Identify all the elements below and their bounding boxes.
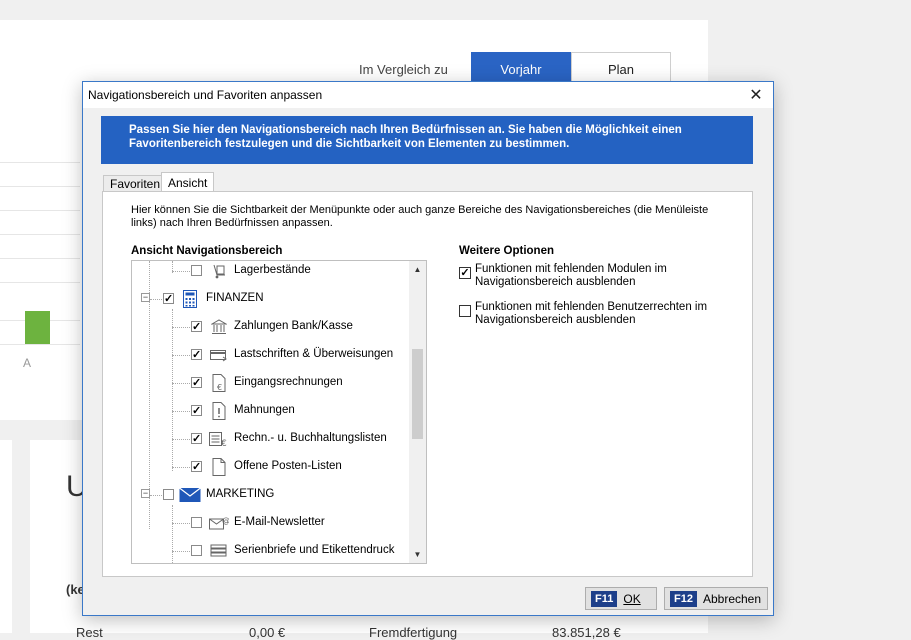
tree-item-checkbox[interactable]: ✓ [191, 377, 202, 389]
stack-icon [209, 541, 229, 561]
ledger-icon: € [209, 429, 229, 449]
tree-item-newsletter[interactable]: @ E-Mail-Newsletter [132, 513, 408, 533]
collapse-toggle-icon[interactable]: − [141, 293, 150, 302]
info-banner: Passen Sie hier den Navigationsbereich n… [101, 116, 753, 164]
chart-bar [25, 311, 50, 344]
option-hide-missing-modules[interactable]: ✓ Funktionen mit fehlenden Modulen im Na… [459, 263, 739, 291]
svg-text:€: € [217, 383, 222, 392]
chart-gridline [0, 162, 80, 163]
email-icon: @ [209, 513, 229, 533]
tree-item-label: Lastschriften & Überweisungen [234, 348, 394, 360]
customize-navigation-dialog: Navigationsbereich und Favoriten anpasse… [82, 81, 774, 616]
option-hide-missing-rights[interactable]: Funktionen mit fehlenden Benutzerrechten… [459, 301, 739, 329]
hand-truck-icon [209, 261, 229, 281]
calculator-icon [180, 289, 200, 309]
tab-favoriten[interactable]: Favoriten [103, 175, 168, 192]
tree-item-label: FINANZEN [206, 292, 264, 304]
intro-text: Hier können Sie die Sichtbarkeit der Men… [131, 204, 709, 229]
tree-item-checkbox[interactable] [163, 489, 174, 500]
scroll-down-icon[interactable]: ▼ [409, 546, 426, 563]
left-strip [0, 440, 12, 633]
tree-item-checkbox[interactable]: ✓ [163, 293, 174, 305]
chart-gridline [0, 282, 80, 283]
tree-item-label: E-Mail-Newsletter [234, 516, 325, 528]
dialog-title: Navigationsbereich und Favoriten anpasse… [88, 88, 323, 102]
tree-scrollbar[interactable]: ▲ ▼ [409, 261, 426, 563]
option-label: Funktionen mit fehlenden Modulen im Navi… [475, 263, 667, 288]
tree-item-mahnungen[interactable]: ✓ Mahnungen [132, 401, 408, 421]
option-checkbox[interactable] [459, 305, 471, 317]
tree-item-checkbox[interactable]: ✓ [191, 461, 202, 473]
tree-item-label: Eingangsrechnungen [234, 376, 343, 388]
envelope-icon [179, 485, 201, 505]
tree-item-lastschriften[interactable]: ✓ Lastschriften & Überweisungen [132, 345, 408, 365]
option-checkbox[interactable]: ✓ [459, 267, 471, 279]
tree-item-checkbox[interactable] [191, 517, 202, 528]
scroll-up-icon[interactable]: ▲ [409, 261, 426, 278]
tree-connector [150, 299, 162, 300]
tree-item-checkbox[interactable]: ✓ [191, 433, 202, 445]
tree-connector [172, 551, 190, 552]
tree-title: Ansicht Navigationsbereich [131, 245, 283, 257]
close-icon[interactable]: ✕ [745, 84, 767, 106]
tree-item-finanzen[interactable]: − ✓ FINANZEN [132, 289, 408, 309]
svg-text:@: @ [222, 516, 229, 525]
tree-connector [172, 411, 190, 412]
tree-connector [172, 383, 190, 384]
options-title: Weitere Optionen [459, 245, 554, 257]
card-icon [209, 345, 229, 365]
cancel-shortcut-key: F12 [670, 590, 697, 607]
tree-item-label: Rechn.- u. Buchhaltungslisten [234, 432, 387, 444]
tree-item-label: MARKETING [206, 488, 275, 500]
cancel-button[interactable]: F12 Abbrechen [664, 587, 768, 610]
tree-item-label: Lagerbestände [234, 264, 311, 276]
tab-ansicht[interactable]: Ansicht [161, 172, 215, 192]
tree-item-label: Offene Posten-Listen [234, 460, 342, 472]
tree-item-checkbox[interactable] [191, 545, 202, 556]
document-icon [209, 457, 229, 477]
chart-gridline [0, 234, 80, 235]
dialog-titlebar: Navigationsbereich und Favoriten anpasse… [83, 82, 773, 108]
ok-shortcut-key: F11 [591, 590, 618, 607]
tree-item-label: Mahnungen [234, 404, 295, 416]
tree-connector [172, 327, 190, 328]
tree-item-serienbriefe[interactable]: Serienbriefe und Etikettendruck [132, 541, 408, 561]
invoice-icon: € [209, 373, 229, 393]
bank-icon [209, 317, 229, 337]
scroll-thumb[interactable] [412, 349, 423, 439]
tree-item-buchhaltungslisten[interactable]: ✓ € Rechn.- u. Buchhaltungslisten [132, 429, 408, 449]
chart-axis-label: A [23, 356, 32, 370]
reminder-icon [209, 401, 229, 421]
svg-text:€: € [221, 439, 227, 447]
tree-item-checkbox[interactable] [191, 265, 202, 276]
tree-item-lagerbestaende[interactable]: Lagerbestände [132, 261, 408, 281]
chart-gridline [0, 258, 80, 259]
tree-item-offene-posten[interactable]: ✓ Offene Posten-Listen [132, 457, 408, 477]
chart-gridline [0, 210, 80, 211]
navigation-tree[interactable]: Lagerbestände − ✓ FINANZEN ✓ Zahlungen B [131, 260, 427, 564]
ok-label: OK [623, 591, 641, 606]
chart-gridline [0, 344, 80, 345]
tree-connector [172, 271, 190, 272]
collapse-toggle-icon[interactable]: − [141, 489, 150, 498]
tree-item-eingangsrechnungen[interactable]: ✓ € Eingangsrechnungen [132, 373, 408, 393]
tree-connector [172, 355, 190, 356]
tree-connector [172, 467, 190, 468]
tree-item-marketing[interactable]: − MARKETING [132, 485, 408, 505]
tree-connector [172, 523, 190, 524]
tab-panel-ansicht: Hier können Sie die Sichtbarkeit der Men… [102, 191, 753, 577]
tree-item-zahlungen[interactable]: ✓ Zahlungen Bank/Kasse [132, 317, 408, 337]
comparison-label: Im Vergleich zu [359, 62, 448, 77]
option-label: Funktionen mit fehlenden Benutzerrechten… [475, 301, 708, 326]
tree-item-checkbox[interactable]: ✓ [191, 405, 202, 417]
tree-item-label: Zahlungen Bank/Kasse [234, 320, 353, 332]
tree-connector [172, 439, 190, 440]
tree-connector [150, 495, 162, 496]
ok-button[interactable]: F11 OK [585, 587, 657, 610]
tree-item-checkbox[interactable]: ✓ [191, 349, 202, 361]
tree-item-checkbox[interactable]: ✓ [191, 321, 202, 333]
cancel-label: Abbrechen [702, 591, 762, 606]
chart-gridline [0, 186, 80, 187]
tree-item-label: Serienbriefe und Etikettendruck [234, 544, 395, 556]
